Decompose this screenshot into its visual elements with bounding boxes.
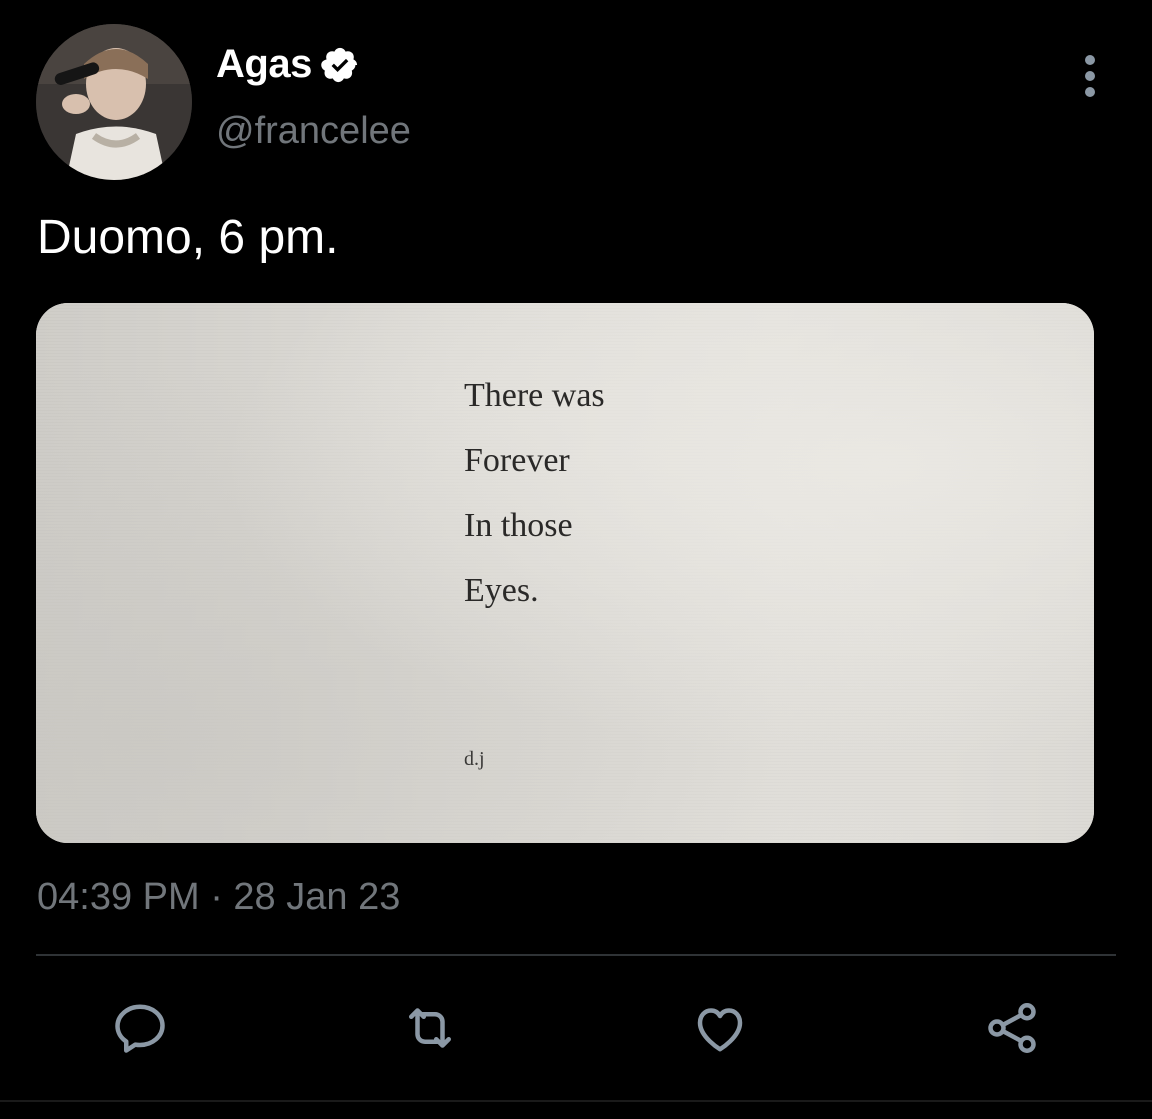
display-name-text[interactable]: Agas [216,42,312,87]
tweet-text: Duomo, 6 pm. [37,211,339,264]
divider [36,954,1116,956]
avatar[interactable] [36,24,192,180]
retweet-icon[interactable] [400,998,460,1058]
heart-icon[interactable] [690,998,750,1058]
poem-text: There was Forever In those Eyes. [464,363,605,623]
reply-icon[interactable] [110,998,170,1058]
display-name[interactable]: Agas [216,42,360,87]
verified-badge-icon [320,45,360,85]
tweet-image[interactable]: There was Forever In those Eyes. d.j [36,303,1094,843]
poem-line: There was [464,377,605,414]
user-handle[interactable]: @francelee [216,110,411,153]
poem-line: Eyes. [464,572,539,609]
poem-line: Forever [464,442,570,479]
tweet-timestamp[interactable]: 04:39 PM · 28 Jan 23 [37,876,400,919]
bottom-divider [0,1100,1152,1102]
poem-signature: d.j [464,748,485,770]
share-icon[interactable] [982,998,1042,1058]
poem-line: In those [464,507,573,544]
avatar-photo [36,24,192,180]
more-vertical-icon[interactable] [1068,52,1112,102]
